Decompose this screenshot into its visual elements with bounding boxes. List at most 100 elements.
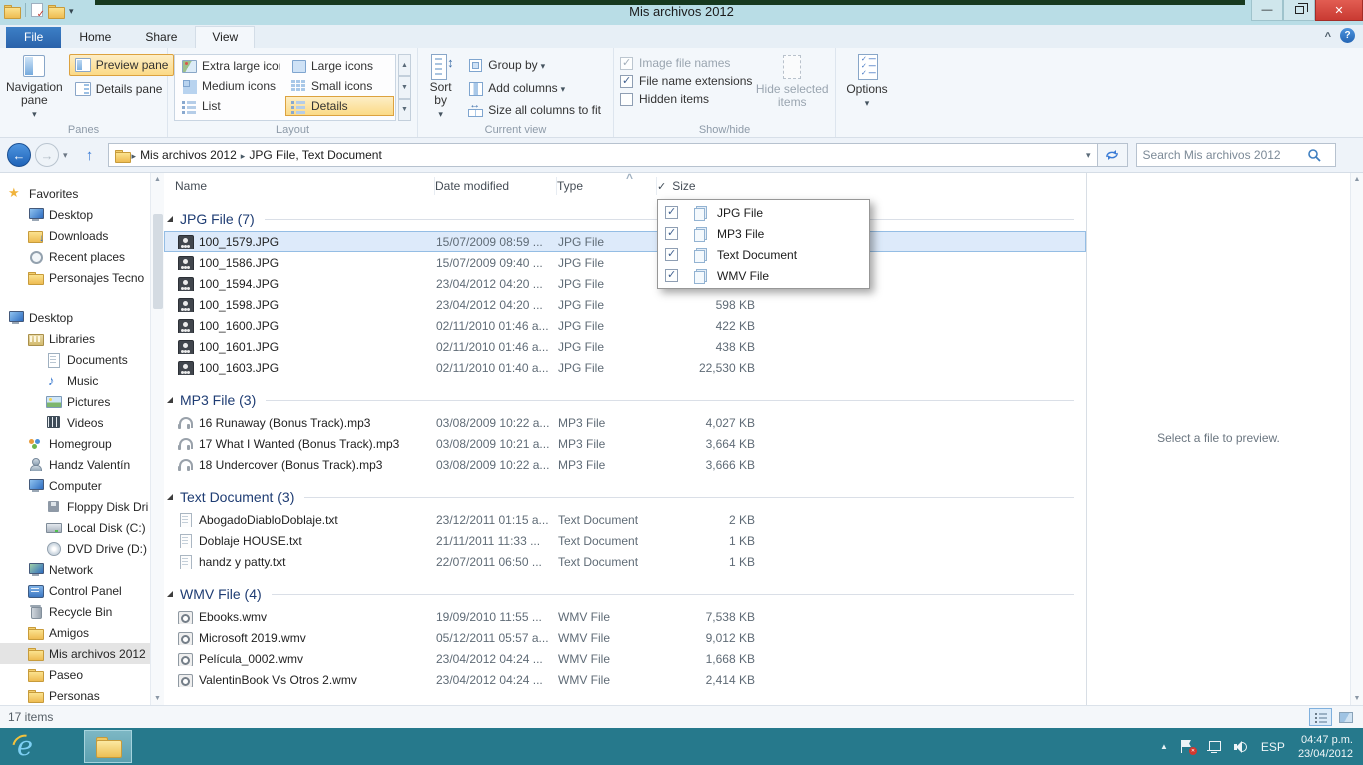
filter-checkbox-icon[interactable] <box>665 227 678 240</box>
sidebar-item-amigos[interactable]: Amigos <box>0 622 150 643</box>
tab-view[interactable]: View <box>195 26 255 48</box>
network-tray-icon[interactable] <box>1207 741 1221 753</box>
filter-item-jpg-file[interactable]: JPG File <box>658 202 869 223</box>
sidebar-item-libraries[interactable]: Libraries <box>0 328 150 349</box>
group-by-button[interactable]: Group by <box>461 54 607 76</box>
checkbox-icon[interactable] <box>620 93 633 106</box>
checkbox-icon[interactable] <box>620 75 633 88</box>
file-row-16-runaway-bonus-track-mp3[interactable]: 16 Runaway (Bonus Track).mp303/08/2009 1… <box>164 412 1086 433</box>
sidebar-item-dvd-drive-d[interactable]: DVD Drive (D:) <box>0 538 150 559</box>
options-button[interactable]: Options <box>842 52 892 110</box>
tab-home[interactable]: Home <box>63 27 127 48</box>
file-row-17-what-i-wanted-bonus-track-mp3[interactable]: 17 What I Wanted (Bonus Track).mp303/08/… <box>164 433 1086 454</box>
details-view-button[interactable] <box>1309 708 1332 726</box>
back-button[interactable]: ← <box>7 143 31 167</box>
action-center-icon[interactable] <box>1181 740 1194 753</box>
gallery-scroll-down-icon[interactable]: ▼ <box>398 76 411 98</box>
file-row-abogadodiablodoblaje-txt[interactable]: AbogadoDiabloDoblaje.txt23/12/2011 01:15… <box>164 509 1086 530</box>
file-row-100-1594-jpg[interactable]: 100_1594.JPG23/04/2012 04:20 ...JPG File <box>164 273 1086 294</box>
sidebar-item-mis-archivos-2012[interactable]: Mis archivos 2012 <box>0 643 150 664</box>
filter-item-text-document[interactable]: Text Document <box>658 244 869 265</box>
gallery-scroll-up-icon[interactable]: ▲ <box>398 54 411 76</box>
check-hidden-items[interactable]: Hidden items <box>620 92 755 106</box>
sidebar-item-recycle-bin[interactable]: Recycle Bin <box>0 601 150 622</box>
breadcrumb-jpg-file-text-document[interactable]: JPG File, Text Document <box>245 148 386 162</box>
layout-details[interactable]: Details <box>285 96 394 116</box>
file-row-100-1579-jpg[interactable]: 100_1579.JPG15/07/2009 08:59 ...JPG File <box>164 231 1086 252</box>
file-row-100-1600-jpg[interactable]: 100_1600.JPG02/11/2010 01:46 a...JPG Fil… <box>164 315 1086 336</box>
sidebar-item-downloads[interactable]: Downloads <box>0 225 150 246</box>
collapse-triangle-icon[interactable] <box>167 494 173 500</box>
layout-extra-large-icons[interactable]: Extra large icons <box>176 56 285 76</box>
scroll-up-icon[interactable]: ▲ <box>154 173 161 186</box>
gallery-more-icon[interactable]: ▼ <box>398 99 411 121</box>
collapse-ribbon-icon[interactable] <box>1325 29 1331 43</box>
filter-checkbox-icon[interactable] <box>665 269 678 282</box>
refresh-button[interactable] <box>1098 143 1128 167</box>
details-pane-button[interactable]: Details pane <box>69 78 175 100</box>
column-header-size[interactable]: ✓Size <box>657 177 754 195</box>
tab-share[interactable]: Share <box>129 27 193 48</box>
group-header-mp3-file-3[interactable]: MP3 File (3) <box>164 388 1086 412</box>
column-header-name[interactable]: Name <box>164 177 435 195</box>
sidebar-scrollbar[interactable]: ▲ ▼ <box>150 173 164 705</box>
show-hidden-icons-button[interactable]: ▲ <box>1160 742 1168 751</box>
add-columns-button[interactable]: Add columns <box>461 77 607 99</box>
recent-locations-dropdown-icon[interactable]: ▾ <box>63 150 68 161</box>
filter-item-wmv-file[interactable]: WMV File <box>658 265 869 286</box>
qat-new-folder-icon[interactable] <box>48 4 64 17</box>
sidebar-item-handz-valent-n[interactable]: Handz Valentín <box>0 454 150 475</box>
preview-pane-button[interactable]: Preview pane <box>69 54 175 76</box>
language-indicator[interactable]: ESP <box>1261 740 1285 754</box>
file-row-handz-y-patty-txt[interactable]: handz y patty.txt22/07/2011 06:50 ...Tex… <box>164 551 1086 572</box>
sidebar-item-videos[interactable]: Videos <box>0 412 150 433</box>
clock[interactable]: 04:47 p.m. 23/04/2012 <box>1298 733 1353 761</box>
minimize-button[interactable]: — <box>1251 0 1283 21</box>
file-row-pel-cula-0002-wmv[interactable]: Película_0002.wmv23/04/2012 04:24 ...WMV… <box>164 648 1086 669</box>
sidebar-item-floppy-disk-dri[interactable]: Floppy Disk Dri <box>0 496 150 517</box>
scroll-up-icon[interactable]: ▲ <box>1354 173 1361 186</box>
collapse-triangle-icon[interactable] <box>167 591 173 597</box>
file-row-microsoft-2019-wmv[interactable]: Microsoft 2019.wmv05/12/2011 05:57 a...W… <box>164 627 1086 648</box>
scroll-thumb[interactable] <box>153 214 163 309</box>
group-header-jpg-file-7[interactable]: JPG File (7) <box>164 207 1086 231</box>
breadcrumb-mis-archivos-2012[interactable]: Mis archivos 2012 <box>136 148 241 162</box>
restore-button[interactable] <box>1283 0 1315 21</box>
sidebar-item-personajes-tecno[interactable]: Personajes Tecno <box>0 267 150 288</box>
filter-checkbox-icon[interactable] <box>665 206 678 219</box>
file-row-18-undercover-bonus-track-mp3[interactable]: 18 Undercover (Bonus Track).mp303/08/200… <box>164 454 1086 475</box>
file-row-ebooks-wmv[interactable]: Ebooks.wmv19/09/2010 11:55 ...WMV File7,… <box>164 606 1086 627</box>
sidebar-item-control-panel[interactable]: Control Panel <box>0 580 150 601</box>
volume-icon[interactable] <box>1234 741 1248 753</box>
qat-customize-dropdown-icon[interactable] <box>69 3 74 17</box>
sidebar-section-favorites[interactable]: Favorites <box>0 183 150 204</box>
breadcrumb[interactable]: Mis archivos 2012 JPG File, Text Document… <box>108 143 1098 167</box>
file-explorer-taskbar-button[interactable] <box>84 730 132 763</box>
sidebar-item-network[interactable]: Network <box>0 559 150 580</box>
group-header-wmv-file-4[interactable]: WMV File (4) <box>164 582 1086 606</box>
navigation-pane-button[interactable]: Navigation pane <box>6 52 63 121</box>
sidebar-item-pictures[interactable]: Pictures <box>0 391 150 412</box>
sidebar-item-personas[interactable]: Personas <box>0 685 150 705</box>
scroll-down-icon[interactable]: ▼ <box>1354 692 1361 705</box>
collapse-triangle-icon[interactable] <box>167 216 173 222</box>
column-header-type[interactable]: Type <box>557 177 657 195</box>
sidebar-item-paseo[interactable]: Paseo <box>0 664 150 685</box>
help-icon[interactable]: ? <box>1340 28 1355 43</box>
forward-button[interactable]: → <box>35 143 59 167</box>
tab-file[interactable]: File <box>6 27 61 48</box>
file-row-doblaje-house-txt[interactable]: Doblaje HOUSE.txt21/11/2011 11:33 ...Tex… <box>164 530 1086 551</box>
preview-scrollbar[interactable]: ▲ ▼ <box>1350 173 1363 705</box>
scroll-down-icon[interactable]: ▼ <box>154 692 161 705</box>
file-row-100-1598-jpg[interactable]: 100_1598.JPG23/04/2012 04:20 ...JPG File… <box>164 294 1086 315</box>
size-all-columns-button[interactable]: Size all columns to fit <box>461 99 607 121</box>
file-row-valentinbook-vs-otros-2-wmv[interactable]: ValentinBook Vs Otros 2.wmv23/04/2012 04… <box>164 669 1086 690</box>
file-row-100-1603-jpg[interactable]: 100_1603.JPG02/11/2010 01:40 a...JPG Fil… <box>164 357 1086 378</box>
check-file-name-extensions[interactable]: File name extensions <box>620 74 755 88</box>
explorer-window-icon[interactable] <box>4 4 20 17</box>
sidebar-item-music[interactable]: Music <box>0 370 150 391</box>
sidebar-item-desktop[interactable]: Desktop <box>0 204 150 225</box>
file-row-100-1586-jpg[interactable]: 100_1586.JPG15/07/2009 09:40 ...JPG File <box>164 252 1086 273</box>
qat-properties-icon[interactable] <box>31 3 43 17</box>
search-input[interactable] <box>1137 148 1307 162</box>
